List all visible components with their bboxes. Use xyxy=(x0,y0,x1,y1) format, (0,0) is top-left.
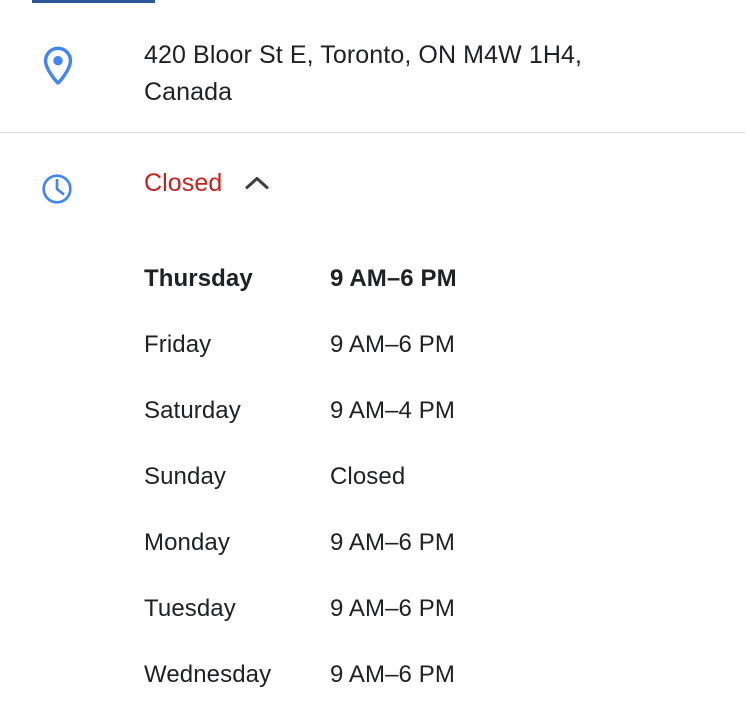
hours-icon-cell xyxy=(0,158,144,206)
day-label: Friday xyxy=(144,331,212,358)
hours-status-wrap: Closed xyxy=(144,158,274,200)
table-row: Thursday 9 AM–6 PM xyxy=(0,246,750,312)
day-hours: 9 AM–6 PM xyxy=(330,331,455,358)
table-row: Monday 9 AM–6 PM xyxy=(0,510,750,576)
table-row: Sunday Closed xyxy=(0,444,750,510)
table-row: Tuesday 9 AM–6 PM xyxy=(0,576,750,642)
clock-icon xyxy=(40,172,74,206)
day-hours: 9 AM–6 PM xyxy=(330,529,455,556)
day-label: Tuesday xyxy=(144,595,236,622)
status-badge: Closed xyxy=(144,169,223,197)
hours-table-body: Thursday 9 AM–6 PM Friday 9 AM–6 PM Satu… xyxy=(0,246,750,708)
day-label: Thursday xyxy=(144,265,253,292)
hours-section: Closed Thursday 9 AM–6 PM Friday 9 AM–6 … xyxy=(0,158,750,708)
hours-table: Thursday 9 AM–6 PM Friday 9 AM–6 PM Satu… xyxy=(0,246,750,708)
address-row[interactable]: 420 Bloor St E, Toronto, ON M4W 1H4, Can… xyxy=(0,28,750,132)
chevron-up-icon[interactable] xyxy=(240,166,274,200)
section-divider xyxy=(0,132,745,133)
day-label: Wednesday xyxy=(144,661,272,688)
day-label: Saturday xyxy=(144,397,241,424)
location-pin-icon xyxy=(40,46,76,90)
address-text: 420 Bloor St E, Toronto, ON M4W 1H4, Can… xyxy=(144,41,583,106)
active-tab-indicator xyxy=(32,0,155,3)
day-hours: Closed xyxy=(330,463,406,490)
day-hours: 9 AM–4 PM xyxy=(330,397,455,424)
day-hours: 9 AM–6 PM xyxy=(330,265,457,292)
day-label: Sunday xyxy=(144,463,226,490)
address-icon-cell xyxy=(0,28,144,90)
hours-header-row[interactable]: Closed xyxy=(0,158,750,218)
table-row: Wednesday 9 AM–6 PM xyxy=(0,642,750,708)
tab-strip xyxy=(0,0,750,4)
day-label: Monday xyxy=(144,529,230,556)
table-row: Saturday 9 AM–4 PM xyxy=(0,378,750,444)
day-hours: 9 AM–6 PM xyxy=(330,661,455,688)
table-row: Friday 9 AM–6 PM xyxy=(0,312,750,378)
day-hours: 9 AM–6 PM xyxy=(330,595,455,622)
